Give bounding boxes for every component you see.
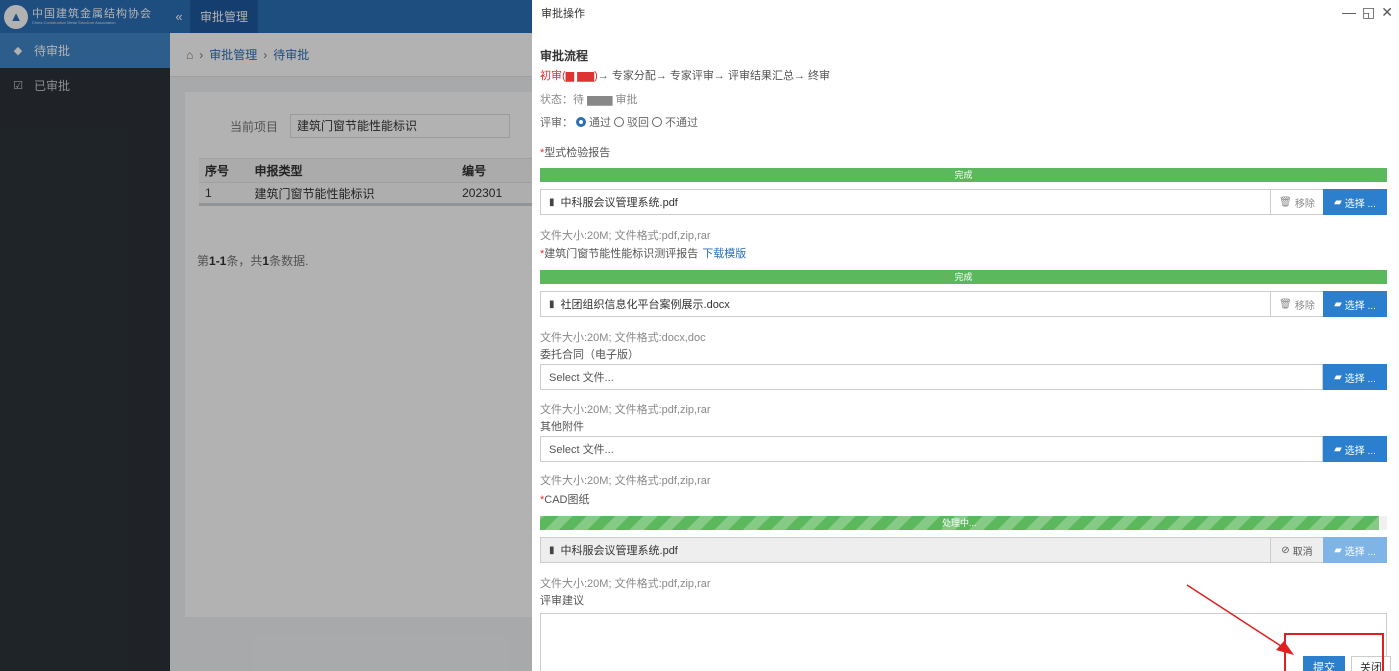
trash-icon: 🗑 bbox=[1279, 298, 1292, 310]
approval-dialog: 审批操作 — ◱ ✕ 审批流程 初审(▆ ▆▆)→ 专家分配→ 专家评审→ 评审… bbox=[532, 0, 1399, 671]
review-options: 评审： 通过 驳回 不通过 bbox=[540, 114, 698, 130]
modal-backdrop[interactable] bbox=[0, 0, 532, 671]
file-upload-row: ▮ 中科服会议管理系统.pdf 🗑 移除 ▰ 选择 ... bbox=[540, 189, 1387, 215]
choose-file-button[interactable]: ▰ 选择 ... bbox=[1323, 436, 1387, 462]
radio-pass[interactable] bbox=[576, 117, 586, 127]
close-icon[interactable]: ✕ bbox=[1381, 4, 1393, 21]
upload-progress-bar: 处理中... bbox=[540, 516, 1387, 530]
radio-reject[interactable] bbox=[614, 117, 624, 127]
progress-fill: 完成 bbox=[540, 168, 1387, 182]
redacted-name: ▆ ▆▆ bbox=[565, 70, 595, 82]
review-comment-textarea[interactable] bbox=[540, 613, 1387, 671]
status-text: 状态：待 ▆▆▆ 审批 bbox=[540, 94, 638, 106]
file-upload-row: ▮ 中科服会议管理系统.pdf ⊘ 取消 ▰ 选择 ... bbox=[540, 537, 1387, 563]
file-hint: 文件大小:20M; 文件格式:pdf,zip,rar bbox=[540, 475, 711, 487]
radio-fail[interactable] bbox=[652, 117, 662, 127]
file-icon: ▮ bbox=[549, 298, 555, 310]
dialog-controls: — ◱ ✕ bbox=[1342, 4, 1393, 21]
folder-icon: ▰ bbox=[1334, 544, 1342, 556]
folder-icon: ▰ bbox=[1334, 371, 1342, 383]
folder-icon: ▰ bbox=[1334, 298, 1342, 310]
file-icon: ▮ bbox=[549, 196, 555, 208]
remove-file-button[interactable]: 🗑 移除 bbox=[1271, 291, 1323, 317]
approval-flow: 初审(▆ ▆▆)→ 专家分配→ 专家评审→ 评审结果汇总→ 终审 bbox=[540, 70, 831, 82]
choose-file-button[interactable]: ▰ 选择 ... bbox=[1323, 189, 1387, 215]
progress-fill: 完成 bbox=[540, 270, 1387, 284]
folder-icon: ▰ bbox=[1334, 443, 1342, 455]
download-template-link[interactable]: 下载模版 bbox=[702, 248, 746, 260]
minimize-icon[interactable]: — bbox=[1342, 4, 1356, 21]
file-upload-row: ▮ 社团组织信息化平台案例展示.docx 🗑 移除 ▰ 选择 ... bbox=[540, 291, 1387, 317]
cancel-upload-button[interactable]: ⊘ 取消 bbox=[1271, 537, 1323, 563]
maximize-icon[interactable]: ◱ bbox=[1362, 4, 1375, 21]
field-label-evaluation-report: *建筑门窗节能性能标识测评报告 下载模版 bbox=[540, 248, 747, 260]
remove-file-button[interactable]: 🗑 移除 bbox=[1271, 189, 1323, 215]
file-hint: 文件大小:20M; 文件格式:pdf,zip,rar bbox=[540, 230, 711, 242]
choose-file-button[interactable]: ▰ 选择 ... bbox=[1323, 537, 1387, 563]
folder-icon: ▰ bbox=[1334, 196, 1342, 208]
file-hint: 文件大小:20M; 文件格式:pdf,zip,rar bbox=[540, 578, 711, 590]
upload-progress-bar: 完成 bbox=[540, 168, 1387, 182]
ban-icon: ⊘ bbox=[1281, 544, 1290, 556]
comment-label: 评审建议 bbox=[540, 595, 584, 607]
choose-file-button[interactable]: ▰ 选择 ... bbox=[1323, 291, 1387, 317]
file-name-field[interactable]: Select 文件... bbox=[540, 364, 1323, 390]
submit-button[interactable]: 提交 bbox=[1303, 656, 1345, 671]
field-label-contract: 委托合同（电子版） bbox=[540, 349, 639, 361]
file-upload-row: Select 文件... ▰ 选择 ... bbox=[540, 364, 1387, 390]
file-hint: 文件大小:20M; 文件格式:pdf,zip,rar bbox=[540, 404, 711, 416]
upload-progress-bar: 完成 bbox=[540, 270, 1387, 284]
file-upload-row: Select 文件... ▰ 选择 ... bbox=[540, 436, 1387, 462]
review-label: 评审： bbox=[540, 117, 573, 129]
field-label-cad-drawings: *CAD图纸 bbox=[540, 494, 590, 506]
trash-icon: 🗑 bbox=[1279, 196, 1292, 208]
progress-fill: 处理中... bbox=[540, 516, 1379, 530]
file-name-field[interactable]: Select 文件... bbox=[540, 436, 1323, 462]
file-hint: 文件大小:20M; 文件格式:docx,doc bbox=[540, 332, 706, 344]
section-title: 审批流程 bbox=[540, 49, 589, 63]
file-name-field[interactable]: ▮ 社团组织信息化平台案例展示.docx bbox=[540, 291, 1271, 317]
file-name-field[interactable]: ▮ 中科服会议管理系统.pdf bbox=[540, 537, 1271, 563]
field-label-other-attachments: 其他附件 bbox=[540, 421, 584, 433]
file-icon: ▮ bbox=[549, 544, 555, 556]
redacted-name: ▆▆▆ bbox=[587, 94, 613, 106]
choose-file-button[interactable]: ▰ 选择 ... bbox=[1323, 364, 1387, 390]
file-name-field[interactable]: ▮ 中科服会议管理系统.pdf bbox=[540, 189, 1271, 215]
close-button[interactable]: 关闭 bbox=[1351, 656, 1391, 671]
field-label-type-test: *型式检验报告 bbox=[540, 147, 611, 159]
dialog-title: 审批操作 bbox=[541, 8, 585, 20]
